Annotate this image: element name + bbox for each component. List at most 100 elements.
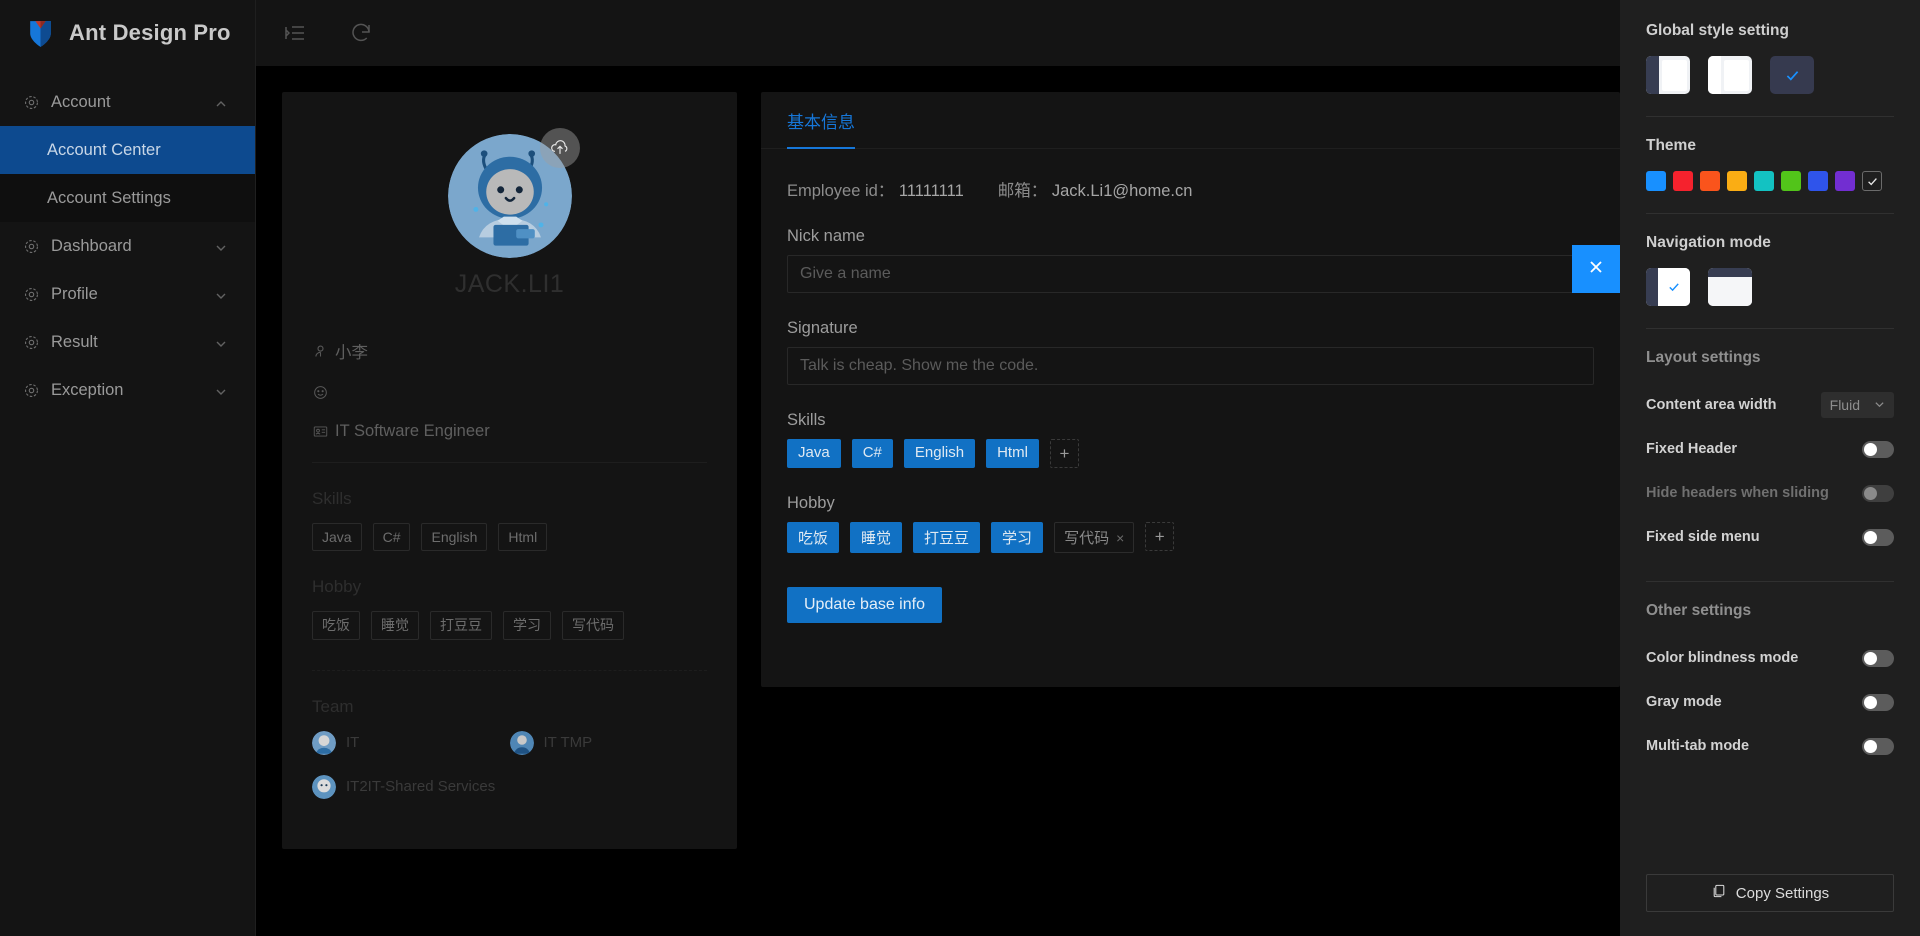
sidebar-item-label: Exception — [51, 380, 124, 399]
divider — [1646, 328, 1894, 329]
select-value: Fluid — [1829, 397, 1860, 413]
content-area-width-select[interactable]: Fluid — [1820, 392, 1894, 418]
id-card-icon — [312, 423, 329, 440]
hide-headers-toggle[interactable] — [1862, 484, 1894, 502]
chevron-down-icon — [215, 240, 227, 252]
email-label: 邮箱： — [997, 182, 1048, 200]
tab-bar: 基本信息 — [761, 92, 1620, 149]
team-item[interactable]: IT TMP — [509, 730, 708, 755]
fixed-side-menu-toggle[interactable] — [1862, 528, 1894, 546]
brand-logo[interactable]: Ant Design Pro — [0, 0, 255, 66]
sidebar-item-result[interactable]: Result — [0, 318, 255, 366]
other-settings-title: Other settings — [1646, 602, 1752, 619]
color-blindness-toggle[interactable] — [1862, 649, 1894, 667]
hobby-tag[interactable]: 打豆豆 — [913, 522, 981, 553]
sidebar-item-exception[interactable]: Exception — [0, 366, 255, 414]
team-item[interactable]: IT2IT-Shared Services — [312, 774, 510, 799]
add-hobby-button[interactable]: + — [1145, 522, 1175, 551]
main-region: JACK.LI1 小李 IT Software Engineer Skills … — [256, 0, 1620, 936]
theme-swatch-volcano[interactable] — [1700, 171, 1720, 191]
nav-mode-top-menu[interactable] — [1708, 268, 1752, 306]
skill-tag[interactable]: C# — [372, 523, 411, 552]
content-area: JACK.LI1 小李 IT Software Engineer Skills … — [256, 66, 1620, 936]
hobby-tag[interactable]: 学习 — [991, 522, 1044, 553]
profile-info-list: 小李 IT Software Engineer — [312, 339, 707, 441]
hobby-tag[interactable]: 吃饭 — [787, 522, 840, 553]
profile-info-name: 小李 — [312, 339, 707, 363]
sidebar-item-profile[interactable]: Profile — [0, 270, 255, 318]
team-label: IT TMP — [543, 734, 593, 752]
profile-hobby-title: Hobby — [312, 577, 362, 597]
sidebar-item-dashboard[interactable]: Dashboard — [0, 222, 255, 270]
hobby-tag[interactable]: 打豆豆 — [430, 611, 492, 640]
theme-swatch-golden-purple[interactable] — [1835, 171, 1855, 191]
skill-tag[interactable]: English — [903, 439, 976, 468]
theme-swatch-cyan[interactable] — [1754, 171, 1774, 191]
cloud-upload-icon[interactable] — [539, 128, 580, 168]
hobby-tag-editable[interactable]: 写代码 × — [1054, 522, 1135, 553]
hobby-tag[interactable]: 写代码 — [562, 611, 624, 640]
skill-tag[interactable]: Java — [787, 439, 841, 468]
hobby-tag[interactable]: 吃饭 — [312, 611, 360, 640]
chevron-down-icon — [215, 384, 227, 396]
update-base-info-button[interactable]: Update base info — [787, 587, 942, 623]
sidebar-item-account[interactable]: Account — [0, 78, 255, 126]
form-body: Employee id： 11111111 邮箱： Jack.Li1@home.… — [761, 149, 1620, 623]
close-drawer-button[interactable] — [1572, 245, 1620, 293]
sidebar-item-account-center[interactable]: Account Center — [0, 126, 255, 174]
profile-team-title: Team — [312, 696, 354, 716]
avatar[interactable] — [447, 128, 580, 258]
setting-label: Fixed side menu — [1646, 529, 1760, 545]
divider — [1646, 213, 1894, 214]
setting-label: Fixed Header — [1646, 441, 1738, 457]
nav-mode-title: Navigation mode — [1646, 234, 1771, 251]
style-thumb-light[interactable] — [1708, 56, 1752, 94]
setting-hide-headers-when-sliding: Hide headers when sliding — [1646, 471, 1894, 515]
theme-swatch-polar-green[interactable] — [1781, 171, 1801, 191]
signature-input[interactable] — [787, 347, 1594, 385]
team-item[interactable]: IT — [312, 730, 510, 755]
tab-label: 基本信息 — [787, 113, 855, 132]
email-field: 邮箱： Jack.Li1@home.cn — [998, 177, 1193, 201]
sidebar-item-account-settings[interactable]: Account Settings — [0, 174, 255, 222]
nickname-input[interactable] — [787, 255, 1594, 293]
profile-card: JACK.LI1 小李 IT Software Engineer Skills … — [282, 92, 737, 849]
menu-fold-icon[interactable] — [282, 20, 308, 46]
team-avatar — [509, 730, 534, 755]
multi-tab-mode-toggle[interactable] — [1862, 737, 1894, 755]
skill-tag[interactable]: English — [421, 523, 488, 552]
app-root: Ant Design Pro Account Account Center Ac… — [0, 0, 1920, 936]
top-toolbar — [256, 0, 1620, 66]
refresh-icon[interactable] — [348, 20, 374, 46]
style-thumb-dark-sidebar[interactable] — [1646, 56, 1690, 94]
sidebar-subitem-label: Account Settings — [47, 188, 171, 207]
avatar-section: JACK.LI1 — [312, 120, 707, 299]
chevron-down-icon — [215, 288, 227, 300]
chevron-down-icon — [215, 336, 227, 348]
nav-mode-side-menu[interactable] — [1646, 268, 1690, 306]
theme-swatch-selected[interactable] — [1862, 171, 1882, 191]
theme-swatch-daybreak-blue[interactable] — [1646, 171, 1666, 191]
skill-tag[interactable]: C# — [851, 439, 893, 468]
hobby-tag[interactable]: 睡觉 — [850, 522, 903, 553]
copy-settings-button[interactable]: Copy Settings — [1646, 874, 1894, 912]
skill-tag[interactable]: Html — [986, 439, 1039, 468]
style-thumb-realdark[interactable] — [1770, 56, 1814, 94]
setting-label: Hide headers when sliding — [1646, 485, 1829, 501]
email-value: Jack.Li1@home.cn — [1051, 182, 1193, 200]
settings-drawer: Global style setting Theme Navigation mo… — [1620, 0, 1920, 936]
theme-swatch-geek-blue[interactable] — [1808, 171, 1828, 191]
gray-mode-toggle[interactable] — [1862, 693, 1894, 711]
hobby-tag[interactable]: 睡觉 — [371, 611, 419, 640]
fixed-header-toggle[interactable] — [1862, 440, 1894, 458]
add-skill-button[interactable]: + — [1049, 439, 1079, 468]
theme-swatch-dust-red[interactable] — [1673, 171, 1693, 191]
team-avatar — [312, 730, 336, 755]
tab-basic-info[interactable]: 基本信息 — [787, 92, 855, 149]
setting-label: Content area width — [1646, 397, 1777, 413]
skill-tag[interactable]: Java — [312, 523, 362, 552]
skill-tag[interactable]: Html — [498, 523, 548, 552]
close-small-icon[interactable]: × — [1116, 530, 1124, 546]
hobby-tag[interactable]: 学习 — [503, 611, 551, 640]
theme-swatch-sunset-orange[interactable] — [1727, 171, 1747, 191]
